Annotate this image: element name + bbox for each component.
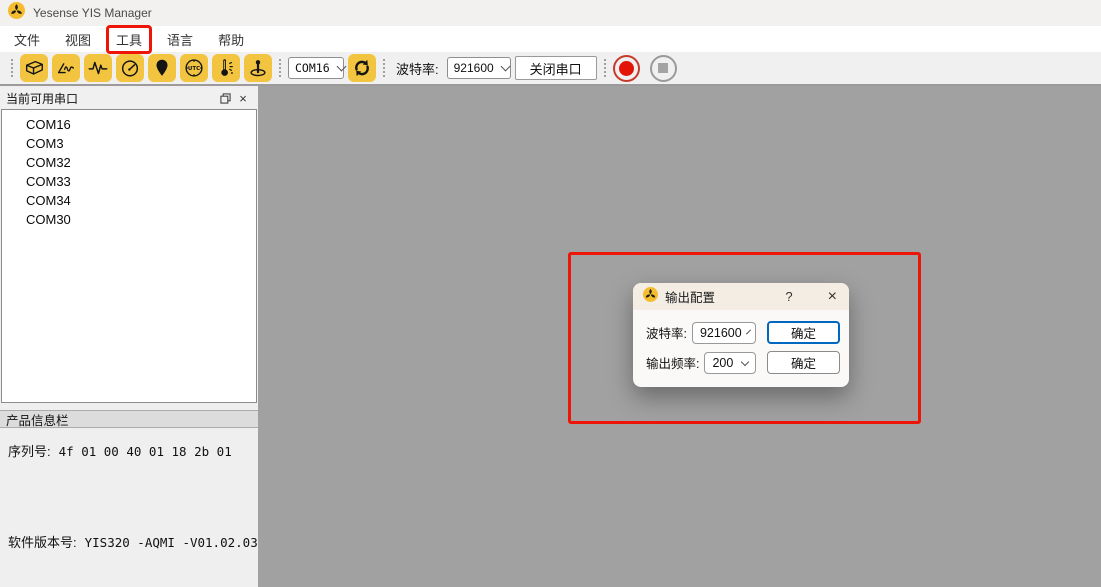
utc-clock-icon[interactable]: UTC — [180, 54, 208, 82]
baud-rate-select[interactable]: 921600 — [447, 57, 511, 79]
baud-rate-label: 波特率: — [396, 59, 439, 78]
close-panel-button[interactable]: × — [234, 90, 252, 106]
float-icon — [220, 93, 231, 104]
port-list-item[interactable]: COM16 — [2, 115, 256, 134]
toolbar-grip[interactable] — [381, 57, 387, 79]
menu-tools[interactable]: 工具 — [106, 25, 152, 54]
pulse-wave-icon[interactable] — [84, 54, 112, 82]
toolbar: UTC COM16 — [0, 52, 1101, 86]
toolbar-grip[interactable] — [602, 57, 608, 79]
cube-3d-icon[interactable] — [20, 54, 48, 82]
view-tools-group: UTC — [20, 54, 272, 82]
toolbar-grip[interactable] — [9, 57, 15, 79]
dialog-output-rate-value: 200 — [712, 356, 733, 370]
output-rate-config-row: 输出频率: 200 确定 — [646, 351, 840, 374]
port-list-item[interactable]: COM3 — [2, 134, 256, 153]
dialog-body: 波特率: 921600 确定 输出频率: 200 确定 — [633, 310, 849, 374]
angle-wave-icon[interactable] — [52, 54, 80, 82]
chevron-down-icon — [336, 62, 346, 72]
menu-help[interactable]: 帮助 — [208, 25, 254, 54]
chevron-down-icon — [746, 329, 751, 334]
dock-title: 当前可用串口 — [6, 90, 216, 107]
yesense-logo-icon — [8, 2, 25, 24]
refresh-ports-button[interactable] — [348, 54, 376, 82]
svg-text:UTC: UTC — [188, 66, 200, 72]
record-icon — [619, 61, 634, 76]
available-ports-list: COM16 COM3 COM32 COM33 COM34 COM30 — [1, 109, 257, 403]
dock-header: 当前可用串口 × — [0, 88, 258, 108]
port-list-item[interactable]: COM32 — [2, 153, 256, 172]
float-panel-button[interactable] — [216, 90, 234, 106]
menu-language[interactable]: 语言 — [157, 25, 203, 54]
serial-number-label: 序列号: — [8, 441, 51, 460]
com-port-value: COM16 — [295, 61, 330, 75]
menu-view[interactable]: 视图 — [55, 25, 101, 54]
menu-bar: 文件 视图 工具 语言 帮助 — [0, 26, 1101, 52]
baud-rate-config-row: 波特率: 921600 确定 — [646, 321, 840, 344]
software-version-label: 软件版本号: — [8, 532, 77, 551]
close-serial-port-button[interactable]: 关闭串口 — [515, 56, 597, 80]
dialog-title: 输出配置 — [665, 287, 774, 306]
workspace-area: 输出配置 ? × 波特率: 921600 确定 输出频率: 200 — [258, 86, 1101, 587]
chevron-down-icon — [500, 62, 510, 72]
thermometer-icon[interactable] — [212, 54, 240, 82]
serial-number-row: 序列号: 4f 01 00 40 01 18 2b 01 — [8, 441, 250, 460]
serial-number-value: 4f 01 00 40 01 18 2b 01 — [59, 444, 232, 459]
product-info-body: 序列号: 4f 01 00 40 01 18 2b 01 软件版本号: YIS3… — [0, 428, 258, 587]
stop-icon — [658, 63, 668, 73]
location-pin-icon[interactable] — [148, 54, 176, 82]
dialog-help-button[interactable]: ? — [781, 289, 796, 304]
product-info-title: 产品信息栏 — [6, 410, 69, 429]
dialog-output-rate-label: 输出频率: — [646, 353, 699, 372]
confirm-output-rate-button[interactable]: 确定 — [767, 351, 840, 374]
dialog-baud-select[interactable]: 921600 — [692, 322, 756, 344]
baud-rate-value: 921600 — [454, 61, 494, 75]
dialog-output-rate-select[interactable]: 200 — [704, 352, 756, 374]
confirm-baud-button[interactable]: 确定 — [767, 321, 840, 344]
stop-button[interactable] — [650, 55, 677, 82]
menu-file[interactable]: 文件 — [4, 25, 50, 54]
yesense-logo-icon — [643, 287, 658, 307]
serial-port-dock: 当前可用串口 × COM16 COM3 COM32 COM33 COM34 CO… — [0, 86, 258, 587]
port-list-item[interactable]: COM33 — [2, 172, 256, 191]
baud-group: 波特率: 921600 关闭串口 — [392, 56, 597, 80]
toolbar-grip[interactable] — [277, 57, 283, 79]
dialog-baud-value: 921600 — [700, 326, 742, 340]
dialog-title-bar[interactable]: 输出配置 ? × — [633, 283, 849, 310]
output-config-dialog: 输出配置 ? × 波特率: 921600 确定 输出频率: 200 — [633, 283, 849, 387]
software-version-row: 软件版本号: YIS320 -AQMI -V01.02.03; — [8, 532, 250, 551]
dialog-baud-label: 波特率: — [646, 323, 687, 342]
record-button[interactable] — [613, 55, 640, 82]
product-info-header: 产品信息栏 — [0, 410, 258, 428]
record-group — [613, 55, 683, 82]
window-title: Yesense YIS Manager — [33, 6, 152, 20]
pin-3d-icon[interactable] — [244, 54, 272, 82]
port-list-item[interactable]: COM34 — [2, 191, 256, 210]
chevron-down-icon — [741, 357, 749, 365]
refresh-icon — [351, 57, 373, 79]
software-version-value: YIS320 -AQMI -V01.02.03; — [85, 535, 266, 550]
com-port-select[interactable]: COM16 — [288, 57, 344, 79]
port-group: COM16 — [288, 54, 376, 82]
title-bar: Yesense YIS Manager — [0, 0, 1101, 26]
gauge-icon[interactable] — [116, 54, 144, 82]
dialog-close-button[interactable]: × — [826, 288, 839, 306]
port-list-item[interactable]: COM30 — [2, 210, 256, 229]
